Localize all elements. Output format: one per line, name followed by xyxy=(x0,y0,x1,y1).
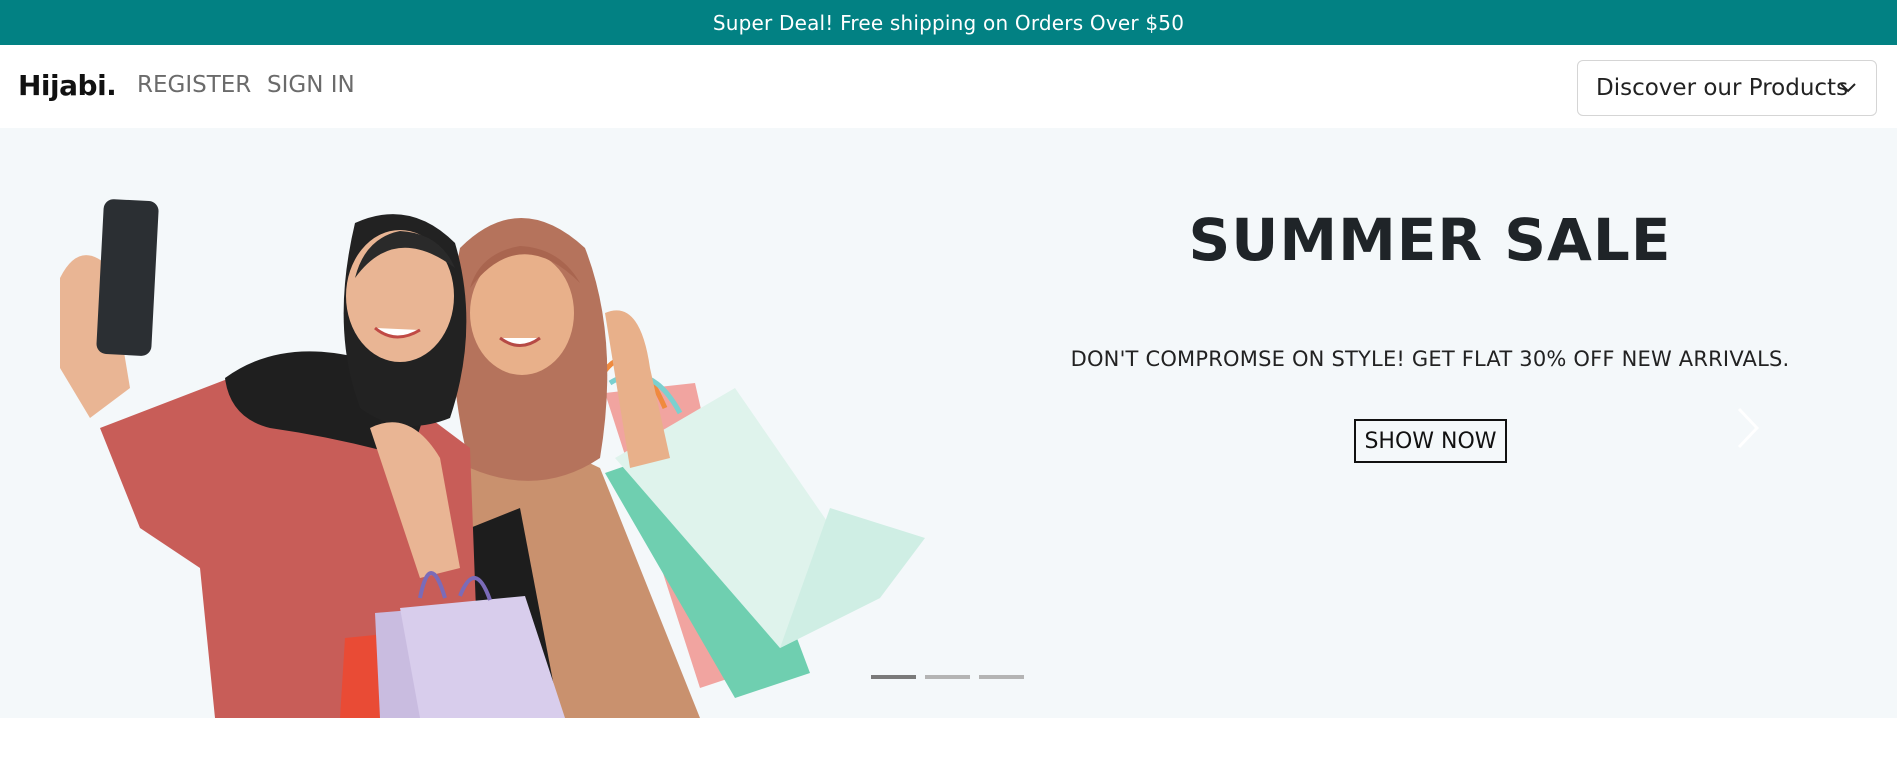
sign-in-link[interactable]: SIGN IN xyxy=(267,72,355,98)
carousel-indicator-2[interactable] xyxy=(925,675,970,679)
register-link[interactable]: REGISTER xyxy=(137,72,251,98)
navbar: Hijabi. REGISTER SIGN IN Discover our Pr… xyxy=(0,45,1897,128)
carousel-indicator-3[interactable] xyxy=(979,675,1024,679)
announcement-bar: Super Deal! Free shipping on Orders Over… xyxy=(0,0,1897,45)
chevron-down-icon xyxy=(1840,83,1856,93)
discover-products-label: Discover our Products xyxy=(1596,75,1849,101)
show-now-button[interactable]: SHOW NOW xyxy=(1354,419,1507,463)
hero-image xyxy=(60,199,925,718)
brand-logo[interactable]: Hijabi. xyxy=(18,69,117,102)
hero-title: SUMMER SALE xyxy=(1188,206,1672,274)
hero-carousel: SUMMER SALE DON'T COMPROMSE ON STYLE! GE… xyxy=(0,128,1897,718)
hero-text-block: SUMMER SALE DON'T COMPROMSE ON STYLE! GE… xyxy=(1040,128,1820,718)
chevron-right-icon[interactable] xyxy=(1733,403,1763,453)
announcement-text: Super Deal! Free shipping on Orders Over… xyxy=(712,10,1185,35)
carousel-indicator-1[interactable] xyxy=(871,675,916,679)
carousel-indicators xyxy=(871,675,1024,679)
discover-products-dropdown[interactable]: Discover our Products xyxy=(1577,60,1877,116)
hero-subtitle: DON'T COMPROMSE ON STYLE! GET FLAT 30% O… xyxy=(1070,347,1790,371)
